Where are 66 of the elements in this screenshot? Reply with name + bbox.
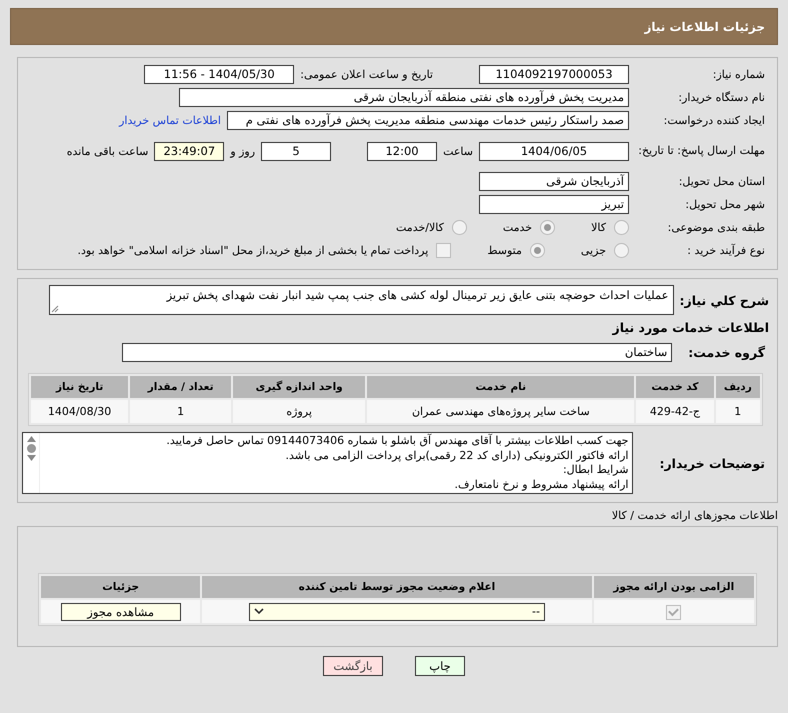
section-heading: اطلاعات خدمات مورد نیاز	[612, 320, 769, 335]
contact-link[interactable]: اطلاعات تماس خریدار	[119, 114, 221, 127]
print-button[interactable]: چاپ	[415, 656, 465, 676]
field-label: ساعت باقی مانده	[66, 144, 148, 158]
back-button[interactable]: بازگشت	[323, 656, 383, 676]
column-header: الزامی بودن ارائه مجوز	[594, 576, 754, 598]
checkbox[interactable]	[436, 243, 452, 258]
status-dropdown[interactable]: --	[248, 602, 545, 620]
column-header: جزئیات	[41, 576, 200, 598]
checkbox-label: پرداخت تمام یا بخشی از مبلغ خرید،از محل "اسناد خزانه اسلامی" خواهد بود.	[78, 244, 428, 257]
column-header: اعلام وضعیت مجوز توسط تامین کننده	[202, 576, 592, 598]
column-header: ردیف	[716, 376, 760, 398]
field-label: طبقه بندی موضوعی:	[666, 221, 766, 234]
field-label: شرح کلي نياز:	[680, 293, 769, 308]
scroll-up-icon[interactable]	[26, 436, 36, 442]
date-field: 1404/05/30 - 11:56	[144, 65, 294, 84]
field-label: مهلت ارسال پاسخ: تا تاریخ:	[637, 144, 766, 158]
radio-button[interactable]	[452, 220, 467, 235]
column-header: واحد اندازه گیری	[233, 376, 366, 398]
note-line: شرایط ابطال:	[562, 463, 628, 478]
column-header: تاریخ نیاز	[31, 376, 128, 398]
column-header: نام خدمت	[367, 376, 634, 398]
option-label: کالا/خدمت	[396, 221, 444, 234]
radio-button[interactable]	[614, 220, 629, 235]
option-label: جزیی	[580, 244, 606, 257]
table-cell: ساخت سایر پروژه‌های مهندسی عمران	[367, 400, 634, 423]
radio-button[interactable]	[540, 220, 556, 235]
countdown-field: 23:49:07	[154, 142, 224, 160]
radio-button[interactable]	[530, 243, 545, 258]
note-line: جهت کسب اطلاعات بیشتر با آقای مهندس آق باشلو با شماره 09144073406 تماس حاصل فرمایید.	[165, 434, 628, 448]
field-label: شهر محل تحویل:	[684, 198, 766, 211]
table-cell: 1	[130, 400, 231, 423]
field-label: استان محل تحویل:	[678, 175, 766, 188]
need-number-field: 1104092197000053	[479, 65, 629, 84]
page-title: جزئیات اطلاعات نیاز	[644, 20, 765, 34]
table-cell: پروژه	[233, 400, 366, 423]
option-label: کالا	[591, 221, 606, 234]
table-cell: 1404/08/30	[31, 400, 128, 423]
view-permit-button[interactable]: مشاهده مجوز	[60, 602, 181, 620]
resize-grip-icon[interactable]	[50, 305, 59, 313]
description-field: عملیات احداث حوضچه بتنی عایق زیر ترمینال لوله کشی های جنب پمپ شید انبار نفت شهدای پخش تبریز	[48, 285, 674, 315]
note-line: ارائه فاکتور الکترونیکی (دارای کد 22 رقمی)برای پرداخت الزامی می باشد.	[284, 448, 628, 463]
field-label: ایجاد کننده درخواست:	[662, 114, 766, 127]
column-header: تعداد / مقدار	[130, 376, 231, 398]
field-label: شماره نیاز:	[712, 68, 766, 81]
field-label: نام دستگاه خریدار:	[677, 91, 766, 104]
field-label: نوع فرآیند خرید :	[686, 244, 766, 257]
option-label: متوسط	[487, 244, 522, 257]
option-label: خدمت	[502, 221, 532, 234]
table-cell: 1	[716, 400, 760, 423]
field-label: ساعت	[443, 144, 473, 158]
field-label: تاریخ و ساعت اعلان عمومی:	[300, 68, 433, 81]
table-cell: ج-42-429	[636, 400, 714, 423]
field-label: گروه خدمت:	[688, 345, 765, 360]
chevron-down-icon[interactable]	[254, 608, 264, 615]
radio-button[interactable]	[614, 243, 629, 258]
field-label: توضیحات خریدار:	[659, 456, 765, 470]
time-field: 12:00	[367, 142, 438, 160]
field-label: روز و	[230, 144, 256, 158]
scroll-down-icon[interactable]	[26, 455, 36, 461]
date-field: 1404/06/05	[479, 142, 629, 160]
column-header: کد خدمت	[636, 376, 714, 398]
note-line: ارائه پیشنهاد مشروط و نرخ نامتعارف.	[453, 478, 628, 492]
scroll-thumb-icon[interactable]	[26, 444, 36, 453]
days-field: 5	[261, 142, 332, 160]
section-heading: اطلاعات مجوزهای ارائه خدمت / کالا	[610, 509, 778, 522]
